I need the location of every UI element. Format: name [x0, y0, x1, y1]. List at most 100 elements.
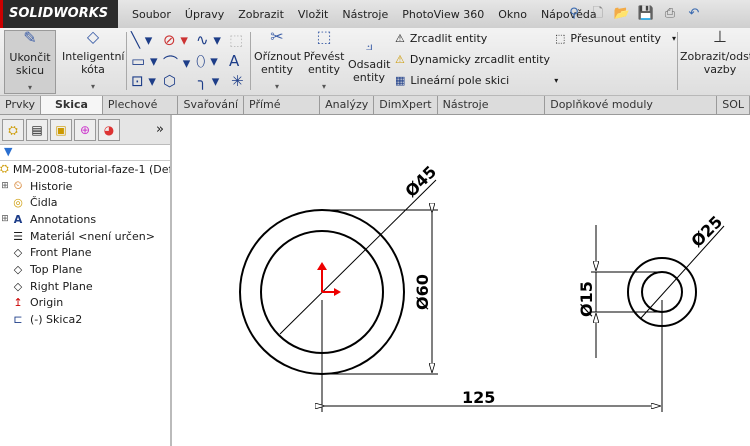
property-manager-tab-icon[interactable]: ▤	[26, 118, 48, 141]
ellipse-icon[interactable]: ⬯ ▾	[196, 52, 218, 70]
solidworks-logo[interactable]: SOLIDWORKS	[0, 0, 118, 28]
display-relations-button[interactable]: ⊥ Zobrazit/odstranit vazby	[680, 29, 750, 77]
move-label: Přesunout entity	[570, 32, 662, 45]
configuration-manager-tab-icon[interactable]: ▣	[50, 118, 72, 141]
feature-manager-panel: ⛭ ▤ ▣ ⊕ ◕ » ▼ ⛭ MM-2008-tutorial-faze-1 (…	[0, 115, 172, 446]
slot-icon[interactable]: ⊡ ▾	[131, 72, 156, 90]
polygon-icon[interactable]: ⬡	[163, 72, 176, 90]
convert-icon: ⬚	[316, 27, 332, 46]
print-icon[interactable]: ⎙	[661, 5, 679, 23]
tree-item-front-plane[interactable]: ◇ Front Plane	[0, 244, 170, 261]
tree-item-label: Right Plane	[30, 279, 93, 293]
menu-upravy[interactable]: Úpravy	[178, 8, 231, 21]
tab-analyzy[interactable]: Analýzy	[320, 96, 375, 114]
expand-panel-icon[interactable]: »	[156, 122, 164, 137]
dimension-label-60[interactable]: Ø60	[413, 274, 432, 310]
dropdown-arrow-icon[interactable]: ▾	[672, 34, 676, 43]
mirror-entities-button[interactable]: ⚠ Zrcadlit entity	[395, 32, 487, 45]
tab-doplnkove-moduly[interactable]: Doplňkové moduly SOLIDWORKS	[545, 96, 718, 129]
feature-tree: ⛭ MM-2008-tutorial-faze-1 (Defa ⊞ ⏲ Histori…	[0, 161, 170, 328]
expand-icon[interactable]: ⊞	[0, 181, 10, 191]
text-icon[interactable]: A	[229, 52, 239, 70]
tree-item-skica2[interactable]: ⊏ (-) Skica2	[0, 311, 170, 328]
arc-icon[interactable]: ⌒ ▾	[163, 52, 190, 73]
convert-entities-button[interactable]: ⬚ Převést entity ▾	[302, 27, 346, 93]
mirror-icon: ⚠	[395, 32, 405, 45]
point-icon[interactable]: ✳	[231, 72, 244, 90]
tab-sol[interactable]: SOL	[717, 96, 750, 114]
tab-skica[interactable]: Skica	[40, 96, 103, 114]
exit-sketch-icon: ✎	[23, 28, 37, 47]
linear-pattern-icon: ▦	[395, 74, 406, 87]
offset-label: Odsadit entity	[348, 58, 391, 84]
rectangle-icon[interactable]: ▭ ▾	[131, 52, 157, 70]
tree-item-label: Čidla	[30, 196, 58, 210]
new-document-icon[interactable]: 🗋	[589, 5, 607, 23]
dimension-label-15[interactable]: Ø15	[577, 281, 596, 317]
pin-icon[interactable]: ⚲	[565, 5, 583, 23]
dropdown-arrow-icon[interactable]: ▾	[254, 80, 300, 93]
save-icon[interactable]: 💾	[637, 5, 655, 23]
tree-item-label: Front Plane	[30, 246, 92, 260]
trim-entities-button[interactable]: ✂ Oříznout entity ▾	[254, 29, 301, 93]
tree-item-historie[interactable]: ⊞ ⏲ Historie	[0, 178, 170, 195]
feature-manager-tab-icon[interactable]: ⛭	[2, 118, 24, 141]
tab-svarovani[interactable]: Svařování	[178, 96, 245, 114]
menu-okno[interactable]: Okno	[491, 8, 534, 21]
menu-zobrazit[interactable]: Zobrazit	[231, 8, 291, 21]
title-bar: SOLIDWORKS Soubor Úpravy Zobrazit Vložit…	[0, 0, 750, 28]
text-grid-icon[interactable]: ⬚	[229, 31, 243, 49]
fillet-icon[interactable]: ╮ ▾	[198, 72, 219, 90]
convert-label: Převést entity	[303, 50, 345, 76]
dropdown-arrow-icon[interactable]: ▾	[302, 80, 346, 93]
dropdown-arrow-icon[interactable]: ▾	[554, 76, 558, 85]
tab-plechove-dily[interactable]: Plechové díly	[102, 96, 179, 129]
tab-prvky[interactable]: Prvky	[0, 96, 41, 114]
menu-nastroje[interactable]: Nástroje	[335, 8, 395, 21]
offset-entities-button[interactable]: ⟓ Odsadit entity	[348, 35, 391, 85]
graphics-area[interactable]: Ø45 Ø60 Ø25 Ø15 125	[174, 115, 750, 446]
open-icon[interactable]: 📂	[613, 5, 631, 23]
mirror-label: Zrcadlit entity	[409, 32, 488, 45]
plane-icon: ◇	[13, 262, 23, 276]
menu-vlozit[interactable]: Vložit	[291, 8, 335, 21]
tab-nastroje-rendrovani[interactable]: Nástroje rendrování	[437, 96, 546, 129]
expand-icon[interactable]: ⊞	[0, 214, 10, 224]
exit-sketch-button[interactable]: ✎ Ukončit skicu ▾	[4, 30, 56, 94]
relations-label: Zobrazit/odstranit vazby	[680, 50, 750, 76]
logo-text: SOLIDWORKS	[9, 6, 109, 21]
move-entities-button[interactable]: ⬚ Přesunout entity ▾	[555, 32, 676, 45]
undo-icon[interactable]: ↶	[685, 5, 703, 23]
plane-icon: ◇	[13, 279, 23, 293]
tree-item-material[interactable]: ☰ Materiál <není určen>	[0, 228, 170, 245]
filter-icon[interactable]: ▼	[0, 145, 170, 161]
separator	[126, 32, 127, 90]
sketch-drawing[interactable]: Ø45 Ø60 Ø25 Ø15 125	[174, 115, 750, 446]
dynamic-mirror-button[interactable]: ⚠ Dynamicky zrcadlit entity	[395, 53, 550, 66]
tree-item-label: Historie	[30, 179, 73, 193]
tab-prime-upravy[interactable]: Přímé úpravy	[244, 96, 321, 129]
offset-icon: ⟓	[365, 35, 373, 54]
move-icon: ⬚	[555, 32, 566, 45]
tree-item-origin[interactable]: ↥ Origin	[0, 295, 170, 312]
linear-pattern-button[interactable]: ▦ Lineární pole skici ▾	[395, 74, 558, 87]
spline-icon[interactable]: ∿ ▾	[196, 31, 221, 49]
tree-item-label: Annotations	[30, 212, 97, 226]
dynamic-mirror-icon: ⚠	[395, 53, 405, 66]
dropdown-arrow-icon[interactable]: ▾	[62, 80, 124, 93]
tree-item-annotations[interactable]: ⊞ A Annotations	[0, 211, 170, 228]
dropdown-arrow-icon[interactable]: ▾	[5, 81, 55, 94]
tab-dimxpert[interactable]: DimXpert	[374, 96, 438, 114]
menu-soubor[interactable]: Soubor	[125, 8, 178, 21]
menu-photoview[interactable]: PhotoView 360	[395, 8, 491, 21]
smart-dimension-button[interactable]: ◇ Inteligentní kóta ▾	[62, 29, 124, 93]
dimension-label-125[interactable]: 125	[462, 388, 495, 407]
circle-icon[interactable]: ⊘ ▾	[163, 31, 188, 49]
tree-item-top-plane[interactable]: ◇ Top Plane	[0, 261, 170, 278]
line-icon[interactable]: ╲ ▾	[131, 31, 152, 49]
dimxpert-manager-tab-icon[interactable]: ⊕	[74, 118, 96, 141]
tree-item-cidla[interactable]: ◎ Čidla	[0, 194, 170, 211]
display-manager-tab-icon[interactable]: ◕	[98, 118, 120, 141]
tree-item-right-plane[interactable]: ◇ Right Plane	[0, 278, 170, 295]
tree-root[interactable]: ⛭ MM-2008-tutorial-faze-1 (Defa	[0, 161, 170, 178]
